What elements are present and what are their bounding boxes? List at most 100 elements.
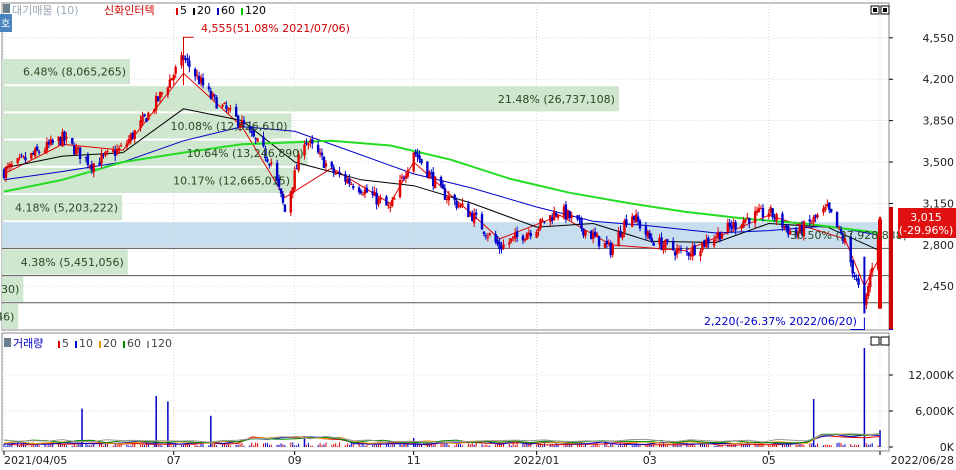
candle-body xyxy=(201,77,205,86)
candle-body xyxy=(10,164,14,167)
candle-body xyxy=(812,216,815,222)
candle-body xyxy=(141,115,144,123)
candle-body xyxy=(720,233,724,239)
candle-body xyxy=(611,245,614,255)
candle-body xyxy=(761,207,765,217)
candle-body xyxy=(529,232,532,237)
candle-body xyxy=(535,231,538,238)
date-tick-label: 05 xyxy=(762,454,776,466)
volume-restore-icon[interactable] xyxy=(870,336,880,346)
volume-ma-legend-swatch xyxy=(99,341,101,348)
candle-body xyxy=(580,218,583,229)
candle-body xyxy=(666,239,669,243)
candle-body xyxy=(679,248,683,250)
ma-legend-swatch xyxy=(193,8,195,15)
candle-body xyxy=(461,203,464,206)
date-tick-label: 03 xyxy=(643,454,657,466)
candle-body xyxy=(857,278,860,285)
candle-body xyxy=(330,161,333,167)
candle-body xyxy=(652,242,655,246)
indicator-param: (10) xyxy=(56,4,79,17)
candle-body xyxy=(671,240,675,250)
high-annotation: 4,555(51.08% 2021/07/06) xyxy=(201,22,350,35)
candle-body xyxy=(552,211,556,221)
price-tick-label: 2,450 xyxy=(923,280,955,293)
candle-body xyxy=(808,219,811,222)
candle-body xyxy=(753,211,757,224)
stock-chart-window: 6.48% (8,065,265) 21.48% (26,737,108) 10.0… xyxy=(0,0,956,467)
candle-body xyxy=(480,213,484,230)
ma-legend-label: 20 xyxy=(197,4,211,17)
candle-body xyxy=(835,211,839,228)
candle-body xyxy=(441,184,445,189)
candle-body xyxy=(361,194,365,196)
candle-body xyxy=(543,221,546,223)
candle-body xyxy=(324,163,328,167)
volume-ma-legend-swatch xyxy=(75,341,77,348)
volume-close-icon[interactable] xyxy=(880,336,890,346)
candle-body xyxy=(160,92,164,94)
candle-body xyxy=(391,199,394,207)
candle-body xyxy=(685,251,689,253)
candle-body xyxy=(283,204,287,212)
price-legend: 대기매물 (10) 신화인터텍 5 20 60 120 xyxy=(3,4,266,17)
candle-body xyxy=(92,163,95,173)
supply-zone-label: 10.08% (12,526,610) xyxy=(170,120,287,133)
candle-body xyxy=(320,152,324,156)
candle-body xyxy=(71,137,74,144)
candle-body xyxy=(810,222,813,224)
candle-body xyxy=(488,233,491,236)
candle-body xyxy=(474,212,478,215)
volume-tick-label: 12,000K xyxy=(908,369,954,382)
candle-body xyxy=(387,204,390,206)
candle-body xyxy=(348,178,351,184)
ma-legend-label: 120 xyxy=(245,4,266,17)
candle-body xyxy=(830,208,833,213)
candle-body xyxy=(227,109,230,111)
candle-body xyxy=(334,173,337,175)
candle-body xyxy=(213,95,216,97)
volume-ma-legend-label: 120 xyxy=(151,337,172,350)
candle-body xyxy=(412,152,415,172)
candle-body xyxy=(289,191,292,213)
volume-ma-legend-label: 5 xyxy=(62,337,69,350)
candle-body xyxy=(398,179,402,198)
date-tick-label: 09 xyxy=(288,454,302,466)
candle-body xyxy=(648,233,651,239)
candle-body xyxy=(24,157,27,161)
date-tick-label: 2021/04/05 xyxy=(4,454,67,466)
candle-body xyxy=(867,286,870,296)
volume-ma-legend-swatch xyxy=(58,341,60,348)
date-tick-label: 11 xyxy=(407,454,421,466)
stock-name: 신화인터텍 xyxy=(104,4,155,17)
candle-body xyxy=(51,139,54,143)
candle-body xyxy=(307,143,310,145)
candle-body xyxy=(869,273,872,288)
price-tick-label: 3,500 xyxy=(923,156,955,169)
candle-body xyxy=(443,188,447,200)
candle-body xyxy=(43,150,47,153)
candle-body xyxy=(748,217,751,224)
candle-body xyxy=(303,144,306,156)
current-change: (-29.96%) xyxy=(899,224,954,237)
low-annotation: 2,220(-26.37% 2022/06/20) xyxy=(704,315,857,328)
volume-ma-legend-swatch xyxy=(123,341,125,348)
candle-body xyxy=(4,167,8,178)
candle-body xyxy=(828,202,831,210)
volume-ma-legend-label: 60 xyxy=(127,337,141,350)
close-icon-inner xyxy=(883,8,887,12)
current-price-bar-tail xyxy=(889,329,893,330)
candle-body xyxy=(621,233,624,238)
price-tick-label: 4,550 xyxy=(923,32,955,45)
candle-body xyxy=(734,222,737,230)
candle-body xyxy=(215,97,218,109)
volume-legend-tag-icon xyxy=(4,338,11,347)
candle-body xyxy=(22,156,25,158)
current-price-bar xyxy=(889,207,893,329)
candle-body xyxy=(482,231,486,234)
candle-body xyxy=(229,108,232,110)
candle-body xyxy=(712,239,716,246)
candle-body xyxy=(223,103,226,105)
candle-body xyxy=(211,93,214,97)
candle-body xyxy=(650,237,653,242)
